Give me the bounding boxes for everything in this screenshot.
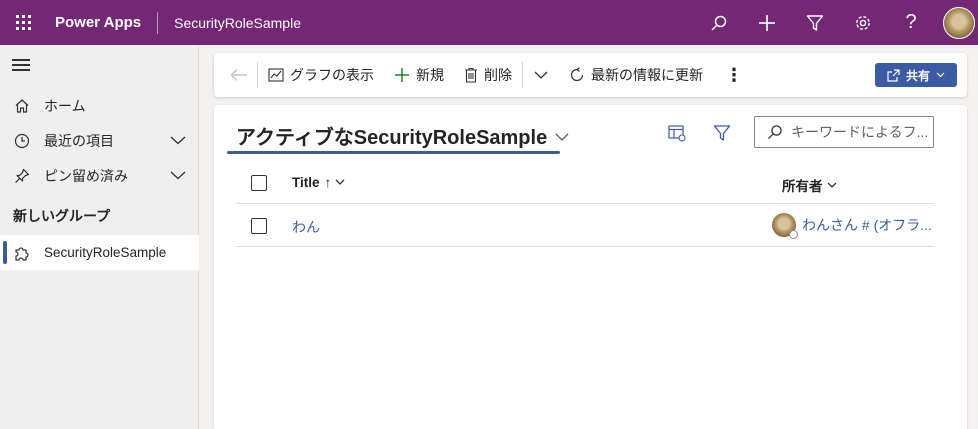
view-selector[interactable]: アクティブなSecurityRoleSample	[236, 121, 569, 150]
arrow-left-icon	[230, 69, 247, 81]
hamburger-icon[interactable]	[12, 59, 30, 74]
show-chart-button[interactable]: グラフの表示	[258, 53, 384, 97]
new-label: 新規	[416, 67, 444, 83]
view-title: アクティブなSecurityRoleSample	[236, 127, 548, 149]
delete-label: 削除	[484, 67, 512, 83]
chevron-down-icon	[534, 71, 548, 79]
chevron-down-icon	[335, 179, 345, 185]
owner-name: わんさん # (オフラ...	[802, 217, 932, 233]
more-icon: ⋮	[725, 64, 743, 85]
chevron-down-icon	[827, 182, 836, 188]
waffle-icon[interactable]	[0, 0, 46, 45]
show-chart-label: グラフの表示	[290, 67, 374, 83]
sort-ascending-icon: ↑	[324, 175, 332, 190]
sidebar-item-pinned[interactable]: ピン留め済み	[0, 158, 199, 193]
sidebar-item-home[interactable]: ホーム	[0, 88, 199, 123]
puzzle-icon	[12, 244, 32, 262]
edit-columns-icon[interactable]	[668, 124, 686, 145]
sidebar-item-label: SecurityRoleSample	[44, 245, 167, 260]
refresh-button[interactable]: 最新の情報に更新	[559, 53, 713, 97]
chevron-down-icon	[936, 72, 945, 78]
delete-button[interactable]: 削除	[454, 53, 522, 97]
main-panel: アクティブなSecurityRoleSample Title ↑ 所有者 わん	[214, 105, 967, 429]
new-button[interactable]: 新規	[384, 53, 454, 97]
avatar	[772, 213, 798, 239]
sidebar-item-label: 最近の項目	[44, 132, 114, 149]
overflow-button[interactable]: ⋮	[713, 53, 755, 97]
sidebar: ホーム 最近の項目 ピン留め済み 新しいグループ SecurityRoleSam…	[0, 45, 199, 429]
refresh-label: 最新の情報に更新	[591, 67, 703, 83]
refresh-icon	[570, 67, 584, 82]
share-button[interactable]: 共有	[875, 63, 957, 87]
sidebar-item-label: ホーム	[44, 97, 86, 114]
help-label: ?	[905, 11, 917, 33]
filter-icon[interactable]	[791, 0, 839, 45]
column-header-owner[interactable]: 所有者	[782, 175, 837, 195]
chevron-down-icon[interactable]	[169, 132, 187, 151]
column-owner-label: 所有者	[782, 179, 823, 194]
presence-icon	[789, 230, 798, 239]
table-row[interactable]: わん わんさん # (オフラ...	[236, 205, 934, 247]
column-title-label: Title	[292, 175, 320, 190]
search-icon	[768, 125, 782, 140]
column-header-title[interactable]: Title ↑	[292, 175, 345, 190]
app-name[interactable]: Power Apps	[55, 11, 159, 34]
back-button[interactable]	[214, 53, 257, 97]
row-title-link[interactable]: わん	[292, 217, 320, 237]
keyword-search[interactable]	[754, 116, 934, 148]
help-icon[interactable]: ?	[887, 0, 935, 45]
home-icon	[12, 98, 32, 114]
sidebar-item-label: ピン留め済み	[44, 167, 128, 184]
row-checkbox[interactable]	[251, 218, 267, 234]
user-avatar[interactable]	[943, 6, 975, 39]
select-all-checkbox[interactable]	[251, 175, 267, 191]
chart-icon	[268, 68, 284, 82]
gear-icon[interactable]	[839, 0, 887, 45]
pin-icon	[12, 168, 32, 184]
chevron-down-icon[interactable]	[169, 167, 187, 186]
share-icon	[887, 68, 900, 82]
search-icon[interactable]	[695, 0, 743, 45]
top-actions: ?	[695, 0, 978, 45]
plus-icon[interactable]	[743, 0, 791, 45]
plus-icon	[395, 68, 409, 82]
sidebar-item-recent[interactable]: 最近の項目	[0, 123, 199, 158]
chevron-down-icon	[555, 133, 569, 141]
more-commands-dropdown[interactable]	[523, 53, 559, 97]
trash-icon	[465, 67, 477, 83]
share-label: 共有	[905, 68, 930, 83]
search-input[interactable]	[791, 124, 931, 140]
grid-header: Title ↑ 所有者	[236, 163, 934, 204]
clock-icon	[12, 133, 32, 149]
sidebar-group-title: 新しいグループ	[13, 208, 111, 224]
view-title-underline	[227, 151, 560, 154]
row-owner-link[interactable]: わんさん # (オフラ...	[772, 213, 932, 239]
top-bar: Power Apps SecurityRoleSample ?	[0, 0, 978, 45]
sidebar-item-securityrolesample[interactable]: SecurityRoleSample	[0, 235, 199, 270]
command-bar: グラフの表示 新規 削除 最新の情報に更新 ⋮ 共有	[214, 53, 967, 97]
app-title[interactable]: SecurityRoleSample	[174, 15, 301, 31]
active-indicator	[3, 241, 7, 264]
filter-icon[interactable]	[713, 124, 731, 145]
